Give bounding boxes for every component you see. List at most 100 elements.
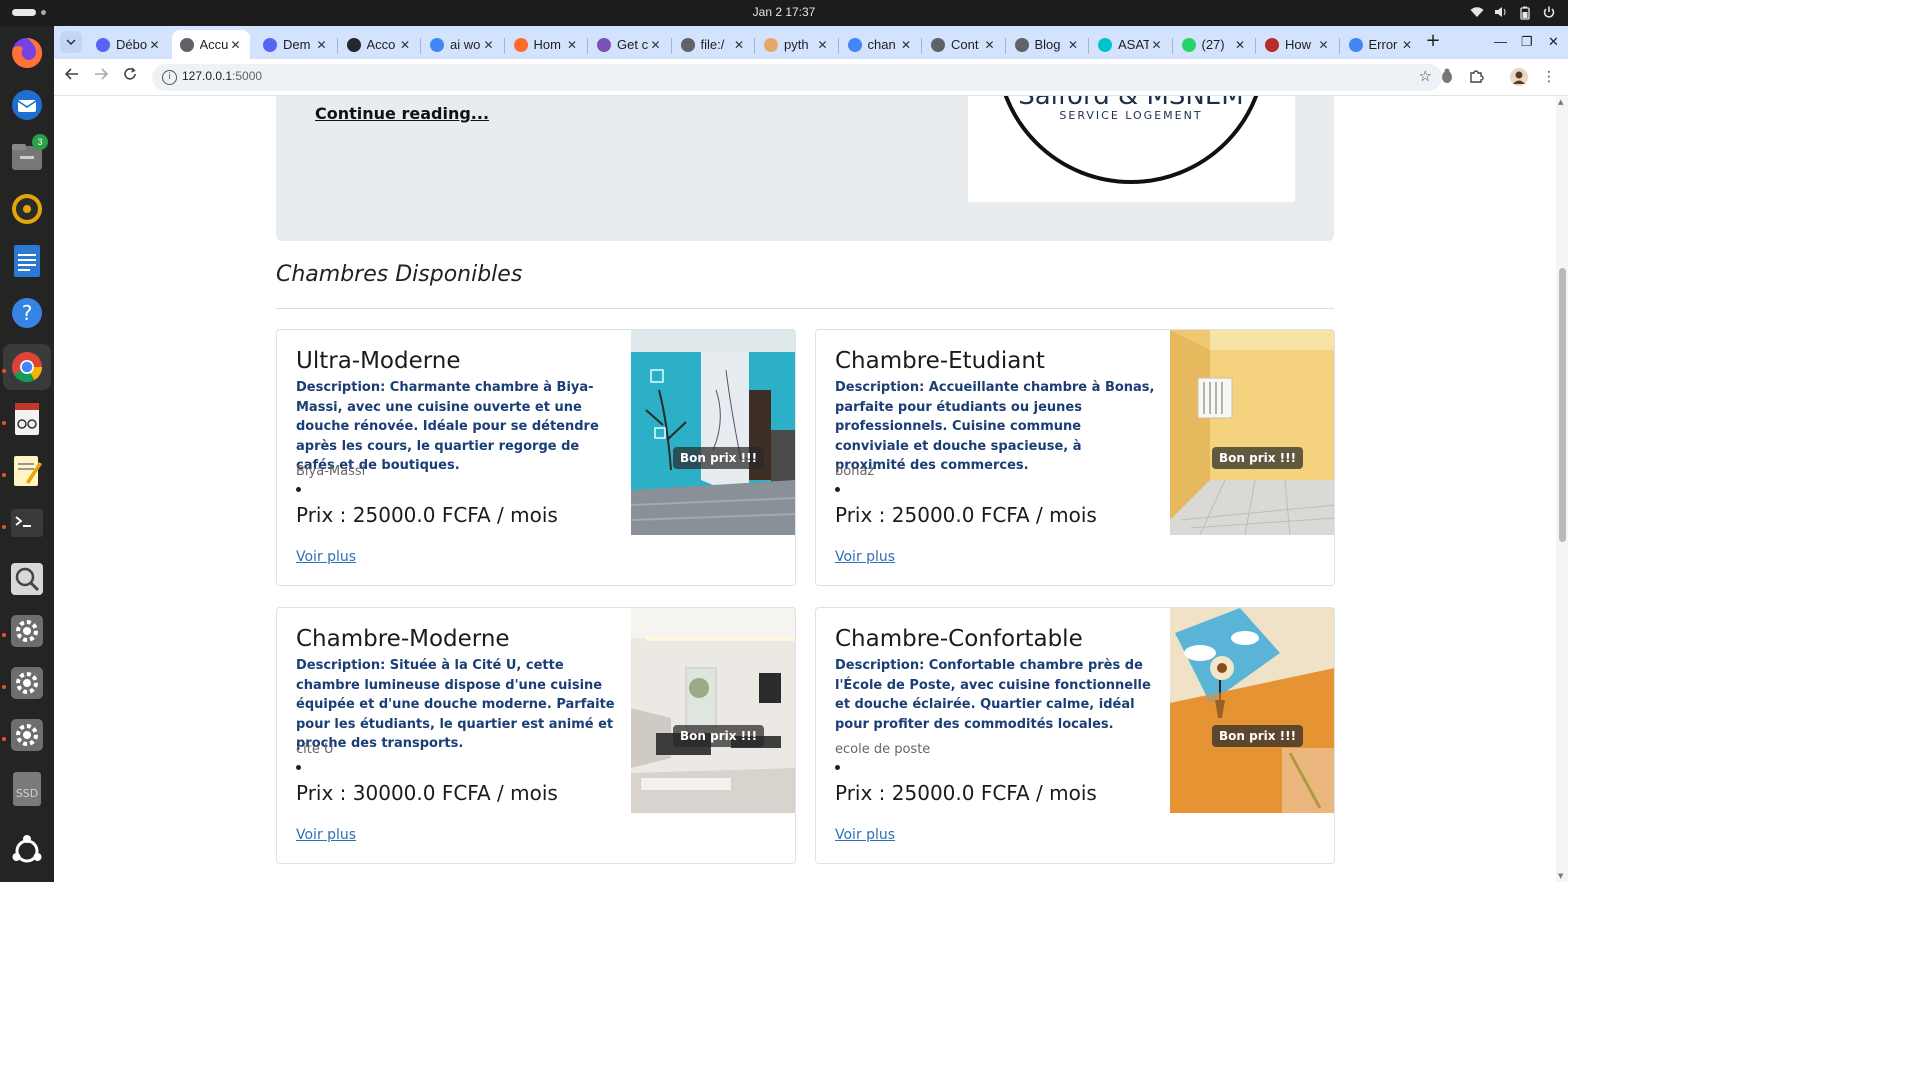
tab-item[interactable]: Acco ✕ [339,30,420,59]
tab-close-icon[interactable]: ✕ [564,38,580,52]
arrow-icon [513,37,528,52]
tab-item[interactable]: ASAT ✕ [1090,30,1171,59]
wifi-icon[interactable] [1470,6,1484,20]
scroll-up-icon[interactable]: ▲ [1558,98,1563,106]
see-more-link[interactable]: Voir plus [835,827,895,843]
notification-badge: 3 [32,134,48,150]
settings-icon[interactable] [8,612,46,650]
system-tray[interactable] [1470,6,1556,20]
profile-avatar[interactable] [1510,68,1528,86]
tab-item[interactable]: Dem ✕ [255,30,336,59]
room-card: Chambre-Etudiant Description: Accueillan… [815,329,1335,586]
tab-close-icon[interactable]: ✕ [1399,38,1415,52]
tab-close-icon[interactable]: ✕ [1232,38,1248,52]
reload-button[interactable] [120,67,140,87]
tab-close-icon[interactable]: ✕ [228,38,244,52]
chrome-icon[interactable] [3,344,51,390]
room-location: ecole de poste [835,742,931,757]
see-more-link[interactable]: Voir plus [835,549,895,565]
tab-close-icon[interactable]: ✕ [147,38,163,52]
tab-close-icon[interactable]: ✕ [1065,38,1081,52]
bookmark-star-icon[interactable]: ☆ [1419,67,1432,85]
tab-item[interactable]: Blog ✕ [1007,30,1088,59]
extension-icon[interactable] [1438,68,1456,86]
tab-active[interactable]: Accu ✕ [171,30,250,59]
battery-icon[interactable] [1518,6,1532,20]
document-viewer-icon[interactable] [8,400,46,438]
tab-close-icon[interactable]: ✕ [397,38,413,52]
tab-close-icon[interactable]: ✕ [982,38,998,52]
ssd-drive-icon[interactable]: SSD [8,770,46,808]
running-indicator [2,421,6,425]
new-tab-button[interactable]: + [1424,32,1442,52]
tab-close-icon[interactable]: ✕ [731,38,747,52]
forward-button[interactable] [91,67,111,87]
tab-item[interactable]: Débo ✕ [88,30,169,59]
see-more-link[interactable]: Voir plus [296,827,356,843]
minimize-icon[interactable]: — [1494,34,1507,49]
python-icon [764,37,778,52]
tab-strip: Débo ✕ Accu ✕ Dem ✕ Acco ✕ ai wo ✕ Hom ✕ Get c ✕ file:… [54,26,1568,59]
help-icon[interactable]: ? [8,294,46,332]
back-button[interactable] [62,67,82,87]
text-editor-icon[interactable] [8,452,46,490]
thunderbird-icon[interactable] [8,86,46,124]
writer-icon[interactable] [8,242,46,280]
list-bullet [835,765,840,770]
tab-item[interactable]: file:/ ✕ [673,30,754,59]
show-apps-icon[interactable] [8,832,46,870]
browser-menu-icon[interactable]: ⋮ [1540,68,1558,86]
search-app-icon[interactable] [8,560,46,598]
tab-close-icon[interactable]: ✕ [898,38,914,52]
tab-item[interactable]: ai wo ✕ [422,30,503,59]
tab-close-icon[interactable]: ✕ [314,38,330,52]
files-icon[interactable]: 3 [8,134,48,176]
tab-item[interactable]: Get c ✕ [589,30,670,59]
room-photo[interactable]: Bon prix !!! [1170,608,1334,813]
url-text[interactable]: 127.0.0.1:5000 [182,69,262,83]
tab-item[interactable]: How ✕ [1257,30,1338,59]
tab-search-button[interactable] [60,31,82,53]
scroll-down-icon[interactable]: ▼ [1558,872,1563,880]
page-scrollbar[interactable]: ▲ ▼ [1556,96,1568,882]
rhythmbox-icon[interactable] [8,190,46,228]
tab-close-icon[interactable]: ✕ [648,38,664,52]
room-photo[interactable]: Bon prix !!! [631,330,795,535]
tab-separator [1171,38,1173,54]
settings-icon[interactable] [8,716,46,754]
scrollbar-thumb[interactable] [1559,268,1566,542]
tab-item[interactable]: pyth ✕ [756,30,837,59]
room-price: Prix : 25000.0 FCFA / mois [835,781,1097,805]
tab-close-icon[interactable]: ✕ [1149,38,1165,52]
firefox-icon[interactable] [8,34,46,72]
tab-item[interactable]: Hom ✕ [506,30,587,59]
close-window-icon[interactable]: ✕ [1548,34,1559,50]
restore-icon[interactable]: ❐ [1521,34,1533,50]
tab-title: Dem [283,37,311,52]
tab-close-icon[interactable]: ✕ [1316,38,1332,52]
site-logo: Salford & MSNEM SERVICE LOGEMENT [968,96,1295,202]
running-indicator [2,737,6,741]
system-clock[interactable]: Jan 2 17:37 [0,5,1568,19]
room-photo[interactable]: Bon prix !!! [631,608,795,813]
address-bar[interactable]: i 127.0.0.1:5000 ☆ [152,64,1442,91]
see-more-link[interactable]: Voir plus [296,549,356,565]
tab-item[interactable]: Cont ✕ [923,30,1004,59]
tab-title: ai wo [450,37,481,52]
extensions-puzzle-icon[interactable] [1468,68,1486,86]
tab-close-icon[interactable]: ✕ [481,38,497,52]
tab-title: Débo [116,37,147,52]
tab-title: (27) [1201,37,1225,52]
power-icon[interactable] [1542,6,1556,20]
room-photo[interactable]: Bon prix !!! [1170,330,1334,535]
tab-close-icon[interactable]: ✕ [815,38,831,52]
site-info-icon[interactable]: i [162,70,177,85]
terminal-icon[interactable] [8,504,46,542]
tab-item[interactable]: (27) ✕ [1174,30,1255,59]
tab-item[interactable]: Error ✕ [1341,30,1422,59]
settings-icon[interactable] [8,664,46,702]
continue-reading-link[interactable]: Continue reading... [315,104,489,123]
volume-icon[interactable] [1494,6,1508,20]
tab-item[interactable]: chan ✕ [840,30,921,59]
canva-icon [1098,37,1112,52]
